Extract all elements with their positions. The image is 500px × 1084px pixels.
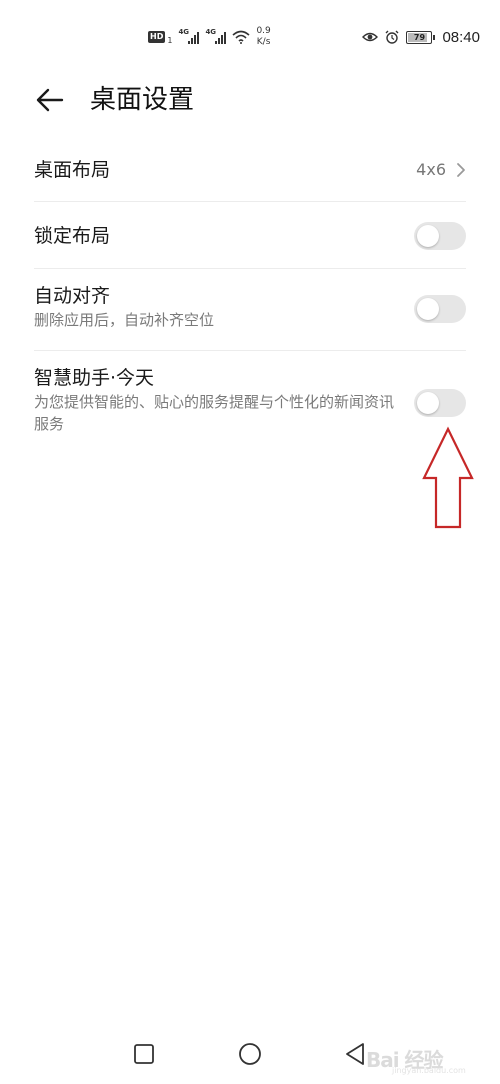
setting-lock-layout: 锁定布局	[34, 202, 466, 269]
status-bar: HD 1 4G 4G 0.9 K/s 79 08:40	[0, 0, 500, 72]
setting-title: 自动对齐	[34, 285, 111, 307]
setting-title: 智慧助手·今天	[34, 367, 155, 389]
battery-icon: 79	[406, 30, 436, 44]
sim1-network-label: 4G	[178, 28, 190, 36]
speed-value: 0.9	[256, 26, 271, 36]
setting-subtitle: 为您提供智能的、贴心的服务提醒与个性化的新闻资讯服务	[34, 393, 395, 433]
watermark-sub: jingyan.baidu.com	[392, 1066, 466, 1075]
smart-assistant-toggle[interactable]	[414, 389, 466, 417]
setting-smart-assistant: 智慧助手·今天 为您提供智能的、贴心的服务提醒与个性化的新闻资讯服务	[34, 351, 466, 451]
setting-trailing: 4x6	[416, 160, 466, 179]
lock-layout-toggle[interactable]	[414, 222, 466, 250]
auto-align-toggle[interactable]	[414, 295, 466, 323]
hd-sim-index: 1	[167, 35, 173, 45]
circle-icon[interactable]	[236, 1040, 264, 1068]
setting-desktop-layout[interactable]: 桌面布局 4x6	[34, 138, 466, 202]
toggle-knob	[417, 225, 439, 247]
signal-icon: 4G	[178, 28, 200, 44]
signal-icon: 4G	[205, 28, 227, 44]
settings-list: 桌面布局 4x6 锁定布局 自动对齐 删除应用后，自动补齐空位 智慧助手·今天 …	[34, 138, 466, 451]
square-icon[interactable]	[130, 1040, 158, 1068]
sim2-network-label: 4G	[205, 28, 217, 36]
setting-auto-align: 自动对齐 删除应用后，自动补齐空位	[34, 269, 466, 351]
alarm-icon	[385, 30, 399, 44]
status-right: 79 08:40	[362, 28, 480, 46]
eye-icon	[362, 32, 379, 42]
toggle-knob	[417, 298, 439, 320]
hd-icon: HD	[148, 31, 166, 43]
clock: 08:40	[442, 28, 480, 46]
chevron-right-icon	[457, 162, 465, 177]
layout-value: 4x6	[416, 160, 446, 179]
wifi-icon	[232, 30, 250, 44]
navigation-bar: Bai 经验 jingyan.baidu.com	[0, 1028, 500, 1084]
page-title: 桌面设置	[90, 85, 195, 115]
watermark-logo: Bai 经验 jingyan.baidu.com	[366, 1044, 486, 1075]
battery-level: 79	[413, 32, 426, 42]
speed-unit: K/s	[256, 37, 271, 47]
up-arrow-annotation-icon	[422, 426, 474, 529]
status-left: HD 1 4G 4G 0.9 K/s	[148, 24, 271, 50]
setting-subtitle: 删除应用后，自动补齐空位	[34, 311, 215, 329]
toggle-knob	[417, 392, 439, 414]
setting-title: 桌面布局	[34, 159, 111, 181]
arrow-left-icon[interactable]	[32, 82, 68, 118]
app-header: 桌面设置	[0, 76, 500, 126]
network-speed: 0.9 K/s	[256, 26, 270, 48]
setting-title: 锁定布局	[34, 225, 111, 247]
